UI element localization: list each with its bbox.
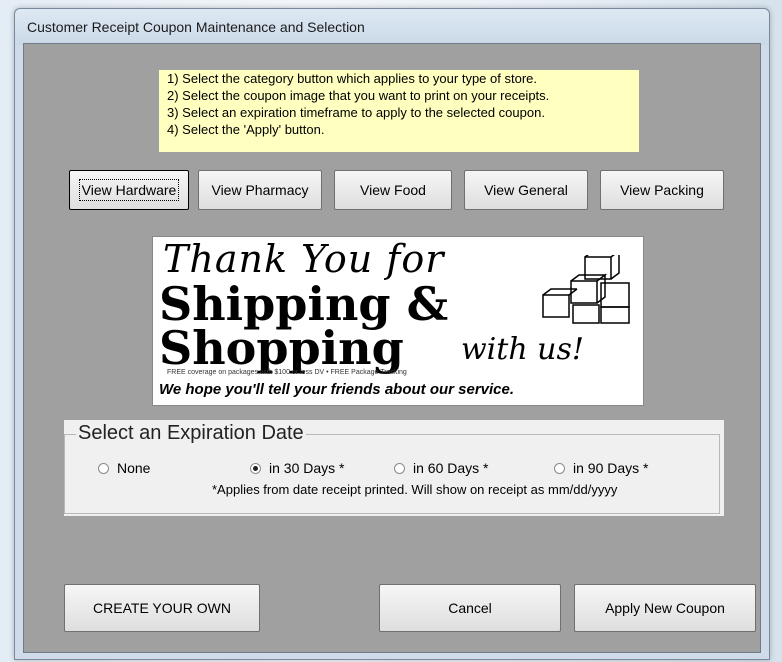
button-label: View General [484, 182, 568, 198]
button-label: Cancel [448, 600, 492, 616]
coupon-thank-you-text: Thank You for [163, 237, 445, 281]
dialog-window: Customer Receipt Coupon Maintenance and … [14, 8, 770, 660]
expiration-note: *Applies from date receipt printed. Will… [212, 482, 618, 497]
create-your-own-button[interactable]: CREATE YOUR OWN [64, 584, 260, 632]
instruction-line: 1) Select the category button which appl… [167, 71, 537, 86]
expiration-group: Select an Expiration Date None in 30 Day… [64, 420, 724, 516]
button-label: View Hardware [78, 179, 180, 201]
radio-button-checked-icon [250, 462, 261, 474]
coupon-with-us-text: with us! [461, 332, 584, 367]
view-packing-button[interactable]: View Packing [600, 170, 724, 210]
button-label: View Food [360, 182, 426, 198]
apply-new-coupon-button[interactable]: Apply New Coupon [574, 584, 756, 632]
view-food-button[interactable]: View Food [334, 170, 452, 210]
instruction-line: 3) Select an expiration timeframe to app… [167, 105, 545, 120]
radio-30-days[interactable]: in 30 Days * [250, 460, 344, 476]
dialog-client-area: 1) Select the category button which appl… [23, 43, 761, 653]
view-hardware-button[interactable]: View Hardware [69, 170, 189, 210]
instructions-panel: 1) Select the category button which appl… [159, 70, 639, 152]
radio-button-icon [98, 462, 109, 474]
boxes-icon [542, 255, 630, 324]
button-label: CREATE YOUR OWN [93, 600, 231, 616]
radio-label: in 90 Days * [573, 460, 649, 476]
view-general-button[interactable]: View General [464, 170, 588, 210]
expiration-title: Select an Expiration Date [76, 422, 306, 445]
window-title: Customer Receipt Coupon Maintenance and … [27, 19, 365, 35]
instruction-line: 4) Select the 'Apply' button. [167, 122, 325, 137]
button-label: Apply New Coupon [605, 600, 725, 616]
radio-label: None [117, 460, 151, 476]
radio-90-days[interactable]: in 90 Days * [554, 460, 648, 476]
radio-label: in 60 Days * [413, 460, 489, 476]
coupon-image[interactable]: Thank You for Shipping & Shopping with u… [152, 236, 644, 406]
cancel-button[interactable]: Cancel [379, 584, 561, 632]
instruction-line: 2) Select the coupon image that you want… [167, 88, 550, 103]
radio-60-days[interactable]: in 60 Days * [394, 460, 488, 476]
coupon-tagline: We hope you'll tell your friends about o… [159, 381, 515, 398]
coupon-shopping-text: Shopping [159, 321, 404, 375]
button-label: View Packing [620, 182, 704, 198]
view-pharmacy-button[interactable]: View Pharmacy [198, 170, 322, 210]
radio-none[interactable]: None [98, 460, 150, 476]
radio-label: in 30 Days * [269, 460, 345, 476]
radio-button-icon [554, 462, 565, 474]
title-bar[interactable]: Customer Receipt Coupon Maintenance and … [15, 9, 769, 45]
button-label: View Pharmacy [211, 182, 309, 198]
coupon-fine-print: FREE coverage on packages with $100 or l… [167, 369, 407, 376]
radio-button-icon [394, 462, 405, 474]
